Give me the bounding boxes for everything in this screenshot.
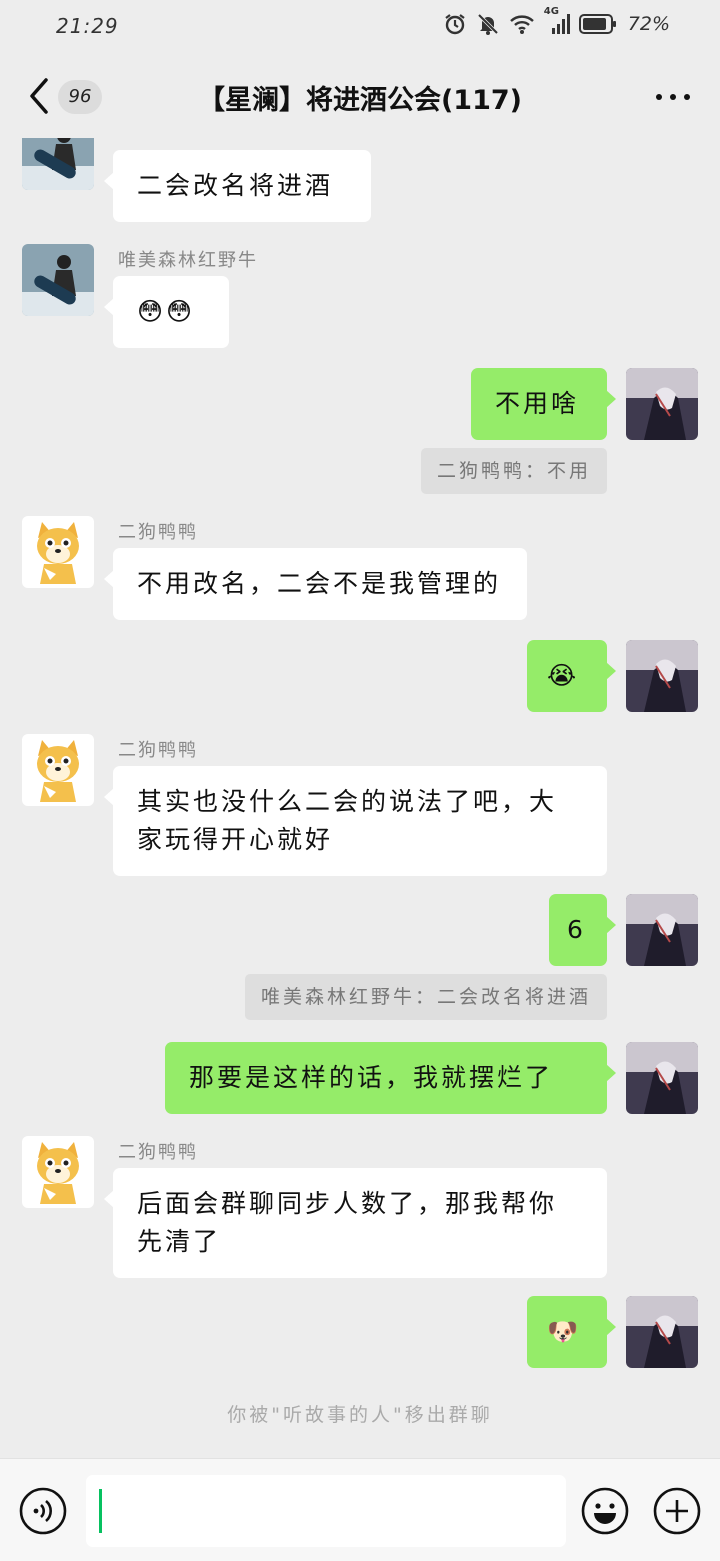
message-bubble[interactable]: 二会改名将进酒 bbox=[104, 150, 371, 222]
message-text: 后面会群聊同步人数了，那我帮你先清了 bbox=[137, 1189, 558, 1256]
battery-percent: 72% bbox=[627, 13, 670, 35]
emoji-button[interactable] bbox=[580, 1486, 630, 1536]
alarm-icon bbox=[443, 12, 467, 36]
back-button[interactable] bbox=[24, 76, 54, 116]
my-avatar[interactable] bbox=[626, 894, 698, 966]
message-text: 🐶 bbox=[547, 1317, 582, 1346]
more-dot bbox=[670, 94, 676, 100]
message-text: 😭 bbox=[547, 661, 580, 690]
wifi-icon bbox=[509, 13, 535, 35]
sender-name: 唯美森林红野牛 bbox=[118, 250, 258, 271]
my-avatar[interactable] bbox=[626, 368, 698, 440]
message-text: 那要是这样的话，我就摆烂了 bbox=[189, 1063, 554, 1092]
message-bubble[interactable]: 其实也没什么二会的说法了吧，大家玩得开心就好 bbox=[104, 766, 607, 876]
shiba-dog-avatar[interactable] bbox=[22, 1136, 94, 1208]
quoted-reply[interactable]: 唯美森林红野牛：二会改名将进酒 bbox=[244, 974, 607, 1020]
text-cursor bbox=[99, 1489, 102, 1533]
input-bar bbox=[0, 1458, 720, 1561]
message-text: 6 bbox=[567, 915, 586, 944]
battery-icon bbox=[578, 13, 617, 35]
network-badge: 4G bbox=[543, 6, 559, 17]
more-functions-button[interactable] bbox=[652, 1486, 702, 1536]
shiba-dog-avatar[interactable] bbox=[22, 516, 94, 588]
message-bubble[interactable]: 6 bbox=[549, 894, 616, 966]
sender-name: 二狗鸭鸭 bbox=[118, 522, 198, 543]
message-text: 二会改名将进酒 bbox=[137, 171, 334, 200]
mute-icon bbox=[476, 12, 500, 36]
status-time: 21:29 bbox=[56, 14, 119, 38]
chat-header: 96 【星澜】将进酒公会(117) bbox=[0, 56, 720, 138]
emoji-icon bbox=[581, 1487, 629, 1535]
more-dot bbox=[656, 94, 662, 100]
shiba-dog-avatar[interactable] bbox=[22, 734, 94, 806]
status-icons: 4G 72% bbox=[443, 6, 670, 36]
sender-name: 二狗鸭鸭 bbox=[118, 740, 198, 761]
status-bar: 21:29 4G 72% bbox=[0, 0, 720, 56]
voice-icon bbox=[19, 1487, 67, 1535]
sender-name: 二狗鸭鸭 bbox=[118, 1142, 198, 1163]
message-text: 其实也没什么二会的说法了吧，大家玩得开心就好 bbox=[137, 787, 558, 854]
my-avatar[interactable] bbox=[626, 640, 698, 712]
message-bubble[interactable]: 后面会群聊同步人数了，那我帮你先清了 bbox=[104, 1168, 607, 1278]
plus-icon bbox=[653, 1487, 701, 1535]
message-bubble[interactable]: 那要是这样的话，我就摆烂了 bbox=[165, 1042, 616, 1114]
message-text: 😳😳 bbox=[137, 297, 196, 326]
message-bubble[interactable]: 🐶 bbox=[527, 1296, 616, 1368]
my-avatar[interactable] bbox=[626, 1296, 698, 1368]
message-bubble[interactable]: 不用啥 bbox=[471, 368, 616, 440]
unread-count-badge[interactable]: 96 bbox=[58, 80, 102, 114]
more-dot bbox=[684, 94, 690, 100]
message-text: 不用啥 bbox=[495, 389, 580, 418]
snowboarder-avatar[interactable] bbox=[22, 138, 94, 190]
snowboarder-avatar[interactable] bbox=[22, 244, 94, 316]
message-input[interactable] bbox=[86, 1475, 566, 1547]
chevron-left-icon bbox=[30, 78, 48, 114]
message-bubble[interactable]: 😭 bbox=[527, 640, 616, 712]
message-text: 不用改名，二会不是我管理的 bbox=[137, 569, 502, 598]
quoted-reply[interactable]: 二狗鸭鸭：不用 bbox=[420, 448, 607, 494]
message-bubble[interactable]: 不用改名，二会不是我管理的 bbox=[104, 548, 527, 620]
message-list[interactable]: 二会改名将进酒 唯美森林红野牛 😳😳 不用啥 二狗鸭鸭：不用 二狗鸭鸭 不用改名… bbox=[0, 138, 720, 1458]
message-bubble[interactable]: 😳😳 bbox=[104, 276, 229, 348]
system-notice: 你被"听故事的人"移出群聊 bbox=[227, 1404, 493, 1426]
my-avatar[interactable] bbox=[626, 1042, 698, 1114]
chat-title: 【星澜】将进酒公会(117) bbox=[197, 85, 523, 116]
voice-button[interactable] bbox=[18, 1486, 68, 1536]
signal-icon: 4G bbox=[544, 6, 570, 36]
more-options-button[interactable] bbox=[656, 94, 690, 100]
